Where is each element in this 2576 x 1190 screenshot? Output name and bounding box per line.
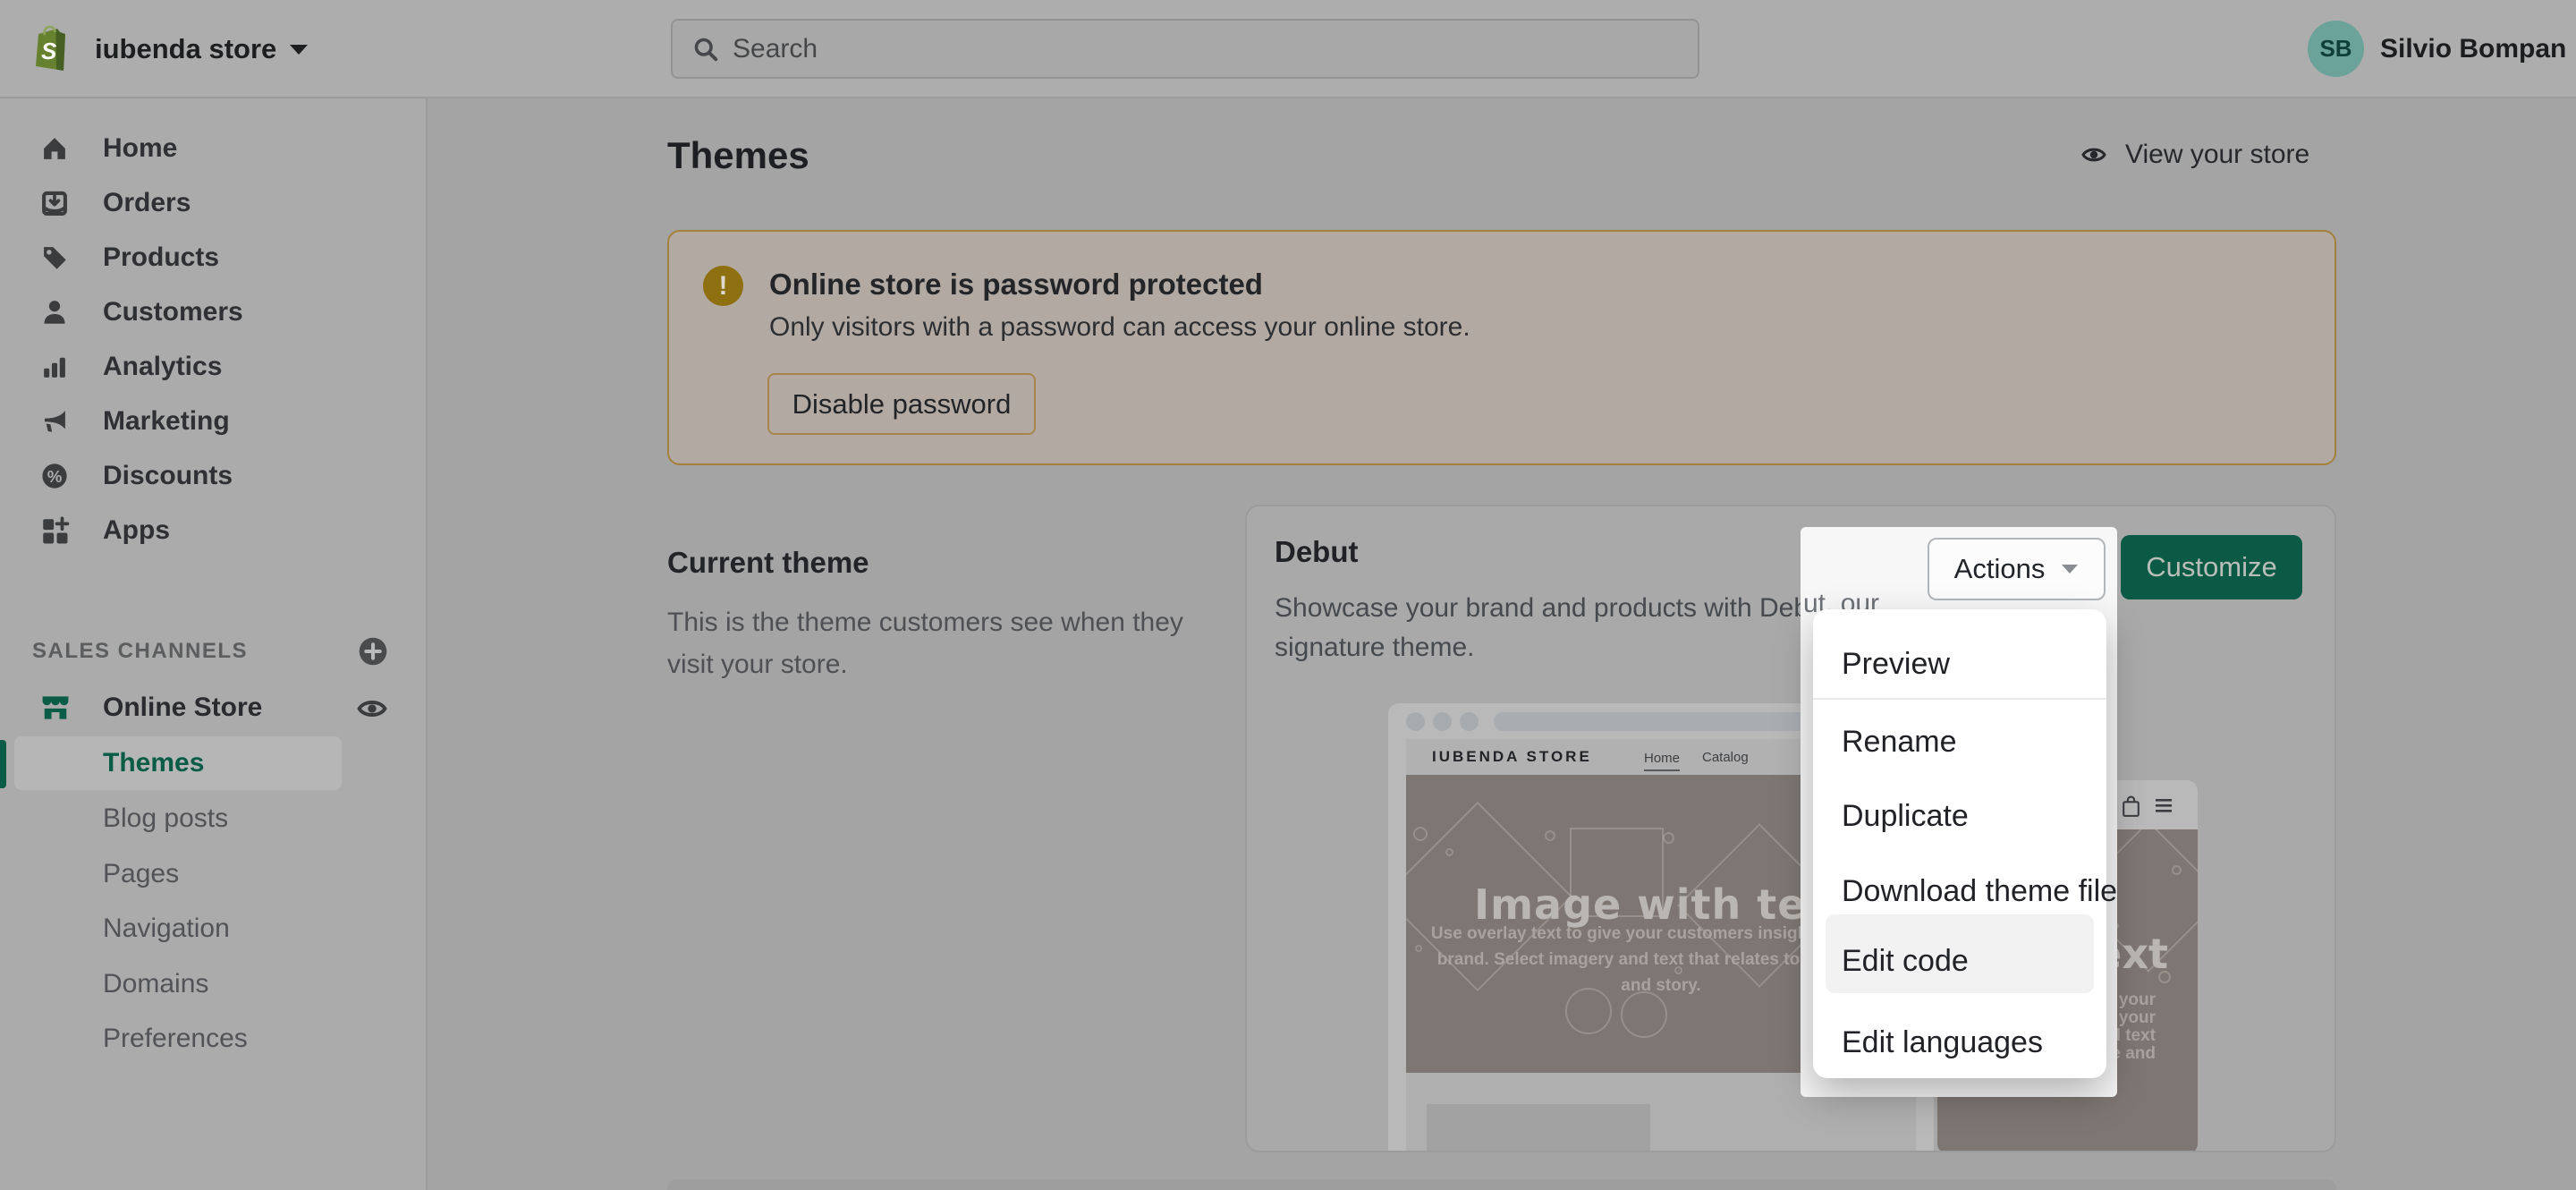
user-menu[interactable]: Silvio Bompan [2380, 0, 2566, 98]
menu-item-preview[interactable]: Preview [1813, 636, 2106, 699]
add-sales-channel-button[interactable] [358, 636, 388, 667]
storefront-icon [39, 692, 72, 724]
sidebar-item-home[interactable]: Home [0, 122, 428, 175]
preview-nav-home: Home [1644, 746, 1680, 771]
menu-item-duplicate[interactable]: Duplicate [1813, 788, 2106, 851]
store-switcher[interactable]: iubenda store [95, 0, 309, 98]
hamburger-menu-icon [2153, 795, 2174, 816]
view-your-store-link[interactable]: View your store [2077, 140, 2309, 170]
sidebar-item-label: Home [103, 122, 177, 175]
sidebar-item-customers[interactable]: Customers [0, 285, 428, 339]
search-icon [692, 36, 719, 63]
actions-button[interactable]: Actions [1928, 538, 2106, 600]
hero-shape [2172, 865, 2182, 875]
banner-title: Online store is password protected [769, 268, 1263, 302]
next-section-edge [667, 1179, 2336, 1190]
shopify-logo-icon: S [30, 21, 73, 77]
sidebar-item-apps[interactable]: Apps [0, 504, 428, 557]
sidebar-item-label: Customers [103, 285, 243, 339]
discounts-icon: % [39, 461, 70, 491]
banner-body: Only visitors with a password can access… [769, 312, 1470, 343]
svg-text:%: % [47, 467, 63, 486]
orders-icon [39, 188, 70, 218]
current-theme-description: This is the theme customers see when the… [667, 601, 1204, 685]
sidebar-item-label: Analytics [103, 340, 222, 394]
sidebar-item-blog-posts[interactable]: Blog posts [0, 792, 428, 846]
chevron-down-icon [2061, 564, 2079, 574]
shopify-admin: S iubenda store Search SB Silvio Bompan … [0, 0, 2576, 1190]
sidebar-item-products[interactable]: Products [0, 231, 428, 285]
preview-store-name: IUBENDA STORE [1432, 739, 1592, 775]
hero-shape [1445, 848, 1453, 856]
cart-bag-icon [2120, 795, 2142, 819]
warning-icon: ! [703, 266, 743, 306]
sidebar-item-discounts[interactable]: % Discounts [0, 449, 428, 503]
avatar-initials: SB [2319, 35, 2351, 63]
debut-theme-card: Debut Showcase your brand and products w… [1245, 505, 2336, 1152]
menu-item-edit-code[interactable]: Edit code [1813, 933, 2106, 996]
svg-text:S: S [41, 38, 57, 64]
sidebar-item-label: Apps [103, 504, 170, 557]
sidebar-item-preferences[interactable]: Preferences [0, 1012, 428, 1066]
top-bar: S iubenda store Search SB Silvio Bompan [0, 0, 2576, 98]
customize-button[interactable]: Customize [2121, 535, 2302, 599]
search-input[interactable]: Search [671, 19, 1699, 79]
customers-icon [39, 297, 70, 327]
store-name-label: iubenda store [95, 33, 276, 65]
view-online-store-eye-icon[interactable] [356, 693, 388, 725]
sidebar-item-orders[interactable]: Orders [0, 176, 428, 230]
browser-dot [1433, 712, 1452, 731]
sidebar-item-navigation[interactable]: Navigation [0, 902, 428, 956]
sidebar-item-label: Products [103, 231, 219, 285]
online-store-label: Online Store [103, 681, 262, 735]
disable-password-button[interactable]: Disable password [767, 373, 1036, 435]
sidebar-item-pages[interactable]: Pages [0, 847, 428, 901]
sidebar-item-label: Discounts [103, 449, 233, 503]
theme-name: Debut [1275, 535, 1359, 569]
hero-shape [1413, 827, 1428, 841]
preview-footer-block [1427, 1104, 1650, 1152]
view-your-store-label: View your store [2125, 140, 2309, 170]
search-placeholder: Search [733, 34, 818, 64]
browser-dot [1460, 712, 1479, 731]
sidebar-item-label: Marketing [103, 395, 230, 448]
menu-item-rename[interactable]: Rename [1813, 714, 2106, 777]
hero-shape [1545, 830, 1555, 841]
sales-channels-label: SALES CHANNELS [32, 632, 248, 671]
apps-icon [39, 515, 70, 546]
home-icon [39, 133, 70, 164]
avatar[interactable]: SB [2308, 21, 2364, 77]
hero-shape [1663, 832, 1674, 844]
preview-nav-catalog: Catalog [1702, 739, 1749, 775]
actions-dropdown-menu: Preview Rename Duplicate Download theme … [1813, 609, 2106, 1078]
current-theme-heading: Current theme [667, 546, 869, 580]
sidebar-item-online-store[interactable]: Online Store [0, 681, 428, 735]
page-title: Themes [667, 134, 809, 177]
marketing-icon [39, 406, 70, 437]
sidebar-item-themes[interactable]: Themes [0, 736, 428, 790]
eye-icon [2077, 141, 2111, 168]
sidebar-item-label: Orders [103, 176, 191, 230]
chevron-down-icon [289, 44, 309, 55]
products-icon [39, 242, 70, 273]
sidebar-item-domains[interactable]: Domains [0, 957, 428, 1011]
browser-dot [1406, 712, 1425, 731]
analytics-icon [39, 352, 70, 382]
sales-channels-header: SALES CHANNELS [0, 632, 428, 671]
actions-label: Actions [1954, 553, 2046, 585]
menu-item-download-theme-file[interactable]: Download theme file [1813, 863, 2106, 926]
sidebar-item-marketing[interactable]: Marketing [0, 395, 428, 448]
menu-item-edit-languages[interactable]: Edit languages [1813, 1015, 2106, 1077]
sidebar-item-analytics[interactable]: Analytics [0, 340, 428, 394]
